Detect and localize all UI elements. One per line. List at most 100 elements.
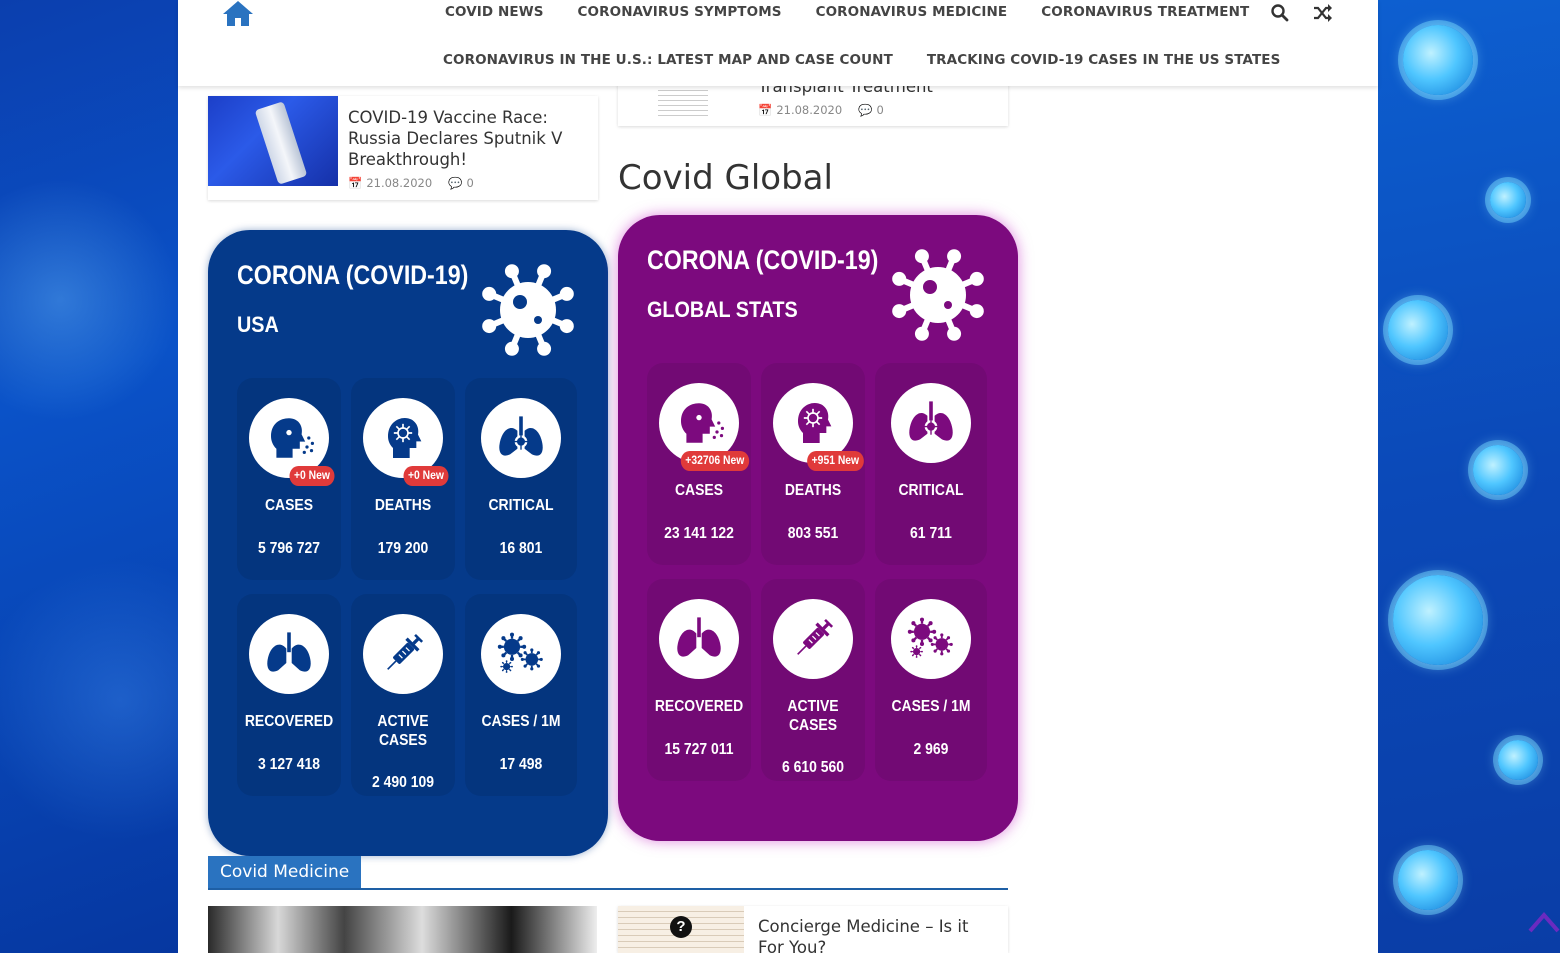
comment-count[interactable]: 0 [467,176,474,190]
comment-icon: 💬 [448,176,463,190]
global-stats-widget: CORONA (COVID-19) GLOBAL STATS +32706 Ne… [618,215,1018,841]
stat-value: 2 490 109 [371,774,435,791]
home-icon[interactable] [222,0,254,26]
new-count-badge: +32706 New [681,451,750,471]
stat-tile-critical: CRITICAL 61 711 [875,363,987,565]
stat-value: 17 498 [499,756,543,773]
stat-tile-cases: +32706 New CASES 23 141 122 [647,363,751,565]
virus-decoration [1398,850,1458,910]
usa-stats-widget: CORONA (COVID-19) USA +0 New CASES 5 796 7… [208,230,608,856]
nav-tracking-us-states[interactable]: TRACKING COVID-19 CASES IN THE US STATES [910,52,1298,68]
medicine-post-thumbnail[interactable] [208,906,597,953]
virus-decoration [1490,182,1526,218]
calendar-icon: 📅 [758,103,773,117]
lungs-icon [249,614,329,694]
stat-value: 2 969 [913,741,949,758]
post-date[interactable]: 21.08.2020 [776,103,842,117]
stat-label: ACTIVE CASES [377,713,429,749]
virus-decoration [1388,300,1448,360]
virus-decoration [1498,740,1538,780]
new-count-badge: +0 New [289,466,335,486]
widget-title: CORONA (COVID-19) [237,260,469,290]
stat-value: 179 200 [377,540,429,557]
stat-value: 6 610 560 [781,759,845,776]
syringe-icon [363,614,443,694]
nav-coronavirus-symptoms[interactable]: CORONAVIRUS SYMPTOMS [561,4,799,20]
post-thumbnail[interactable] [208,96,338,186]
page: COVID NEWS CORONAVIRUS SYMPTOMS CORONAVI… [178,0,1378,953]
viruses-icon [891,599,971,679]
infected-lungs-icon [891,383,971,463]
post-meta: 📅 21.08.2020 💬 0 [758,103,884,117]
stat-label: ACTIVE CASES [787,698,839,734]
stat-label: DEATHS [374,497,432,514]
comment-icon: 💬 [858,103,873,117]
nav-covid-news[interactable]: COVID NEWS [428,4,561,20]
syringe-icon [773,599,853,679]
virus-decoration [1403,25,1473,95]
question-mark-icon: ? [670,916,692,938]
stat-tile-critical: CRITICAL 16 801 [465,378,577,580]
stat-value: 61 711 [910,525,952,542]
stat-tile-cases: +0 New CASES 5 796 727 [237,378,341,580]
stat-label: DEATHS [784,482,842,499]
stat-label: CASES / 1M [481,713,561,730]
stat-label: CRITICAL [488,497,554,514]
stat-value: 5 796 727 [257,540,321,557]
stat-value: 803 551 [787,525,839,542]
virus-decoration [1473,445,1523,495]
post-date[interactable]: 21.08.2020 [366,176,432,190]
stat-tile-cases-1m: CASES / 1M 17 498 [465,594,577,796]
stat-label: CASES [264,497,314,514]
post-card-concierge[interactable]: ? Concierge Medicine – Is it For You? [618,906,1008,953]
post-meta: 📅 21.08.2020 💬 0 [348,176,474,190]
background-right [1378,0,1560,953]
stat-value: 16 801 [499,540,543,557]
post-title[interactable]: COVID-19 Vaccine Race: Russia Declares S… [348,107,588,170]
stat-label: CASES [674,482,724,499]
stat-tile-active-cases: ACTIVE CASES 6 610 560 [761,579,865,781]
post-card-vaccine[interactable]: COVID-19 Vaccine Race: Russia Declares S… [208,96,598,200]
stat-tile-recovered: RECOVERED 15 727 011 [647,579,751,781]
stat-tile-deaths: +0 New DEATHS 179 200 [351,378,455,580]
virus-icon [476,258,580,362]
nav-us-latest-map[interactable]: CORONAVIRUS IN THE U.S.: LATEST MAP AND … [426,52,910,68]
section-title: Covid Global [618,158,833,198]
stat-tile-recovered: RECOVERED 3 127 418 [237,594,341,796]
post-thumbnail[interactable] [658,86,708,116]
category-label[interactable]: Covid Medicine [208,856,362,888]
nav-coronavirus-medicine[interactable]: CORONAVIRUS MEDICINE [799,4,1025,20]
new-count-badge: +951 New [807,451,864,471]
stat-tile-cases-1m: CASES / 1M 2 969 [875,579,987,781]
stat-value: 15 727 011 [664,741,734,758]
stat-value: 23 141 122 [664,525,734,542]
scroll-to-top-icon[interactable] [1526,903,1560,939]
widget-subtitle: GLOBAL STATS [647,297,798,322]
virus-icon [886,243,990,347]
post-title[interactable]: Concierge Medicine – Is it For You? [758,916,998,953]
background-left [0,0,178,953]
main-nav-row2: CORONAVIRUS IN THE U.S.: LATEST MAP AND … [426,52,1297,68]
stat-value: 3 127 418 [257,756,321,773]
nav-coronavirus-treatment[interactable]: CORONAVIRUS TREATMENT [1024,4,1266,20]
widget-subtitle: USA [237,312,279,337]
viruses-icon [481,614,561,694]
widget-title: CORONA (COVID-19) [647,245,879,275]
shuffle-icon[interactable] [1312,2,1334,24]
stat-label: CRITICAL [898,482,964,499]
stat-tile-active-cases: ACTIVE CASES 2 490 109 [351,594,455,796]
stat-tile-deaths: +951 New DEATHS 803 551 [761,363,865,565]
new-count-badge: +0 New [403,466,449,486]
calendar-icon: 📅 [348,176,363,190]
category-bar: Covid Medicine [208,856,1008,890]
search-icon[interactable] [1270,3,1290,23]
post-thumbnail[interactable]: ? [618,906,744,953]
vaccine-vial-image [254,101,308,185]
comment-count[interactable]: 0 [877,103,884,117]
infected-lungs-icon [481,398,561,478]
stat-label: RECOVERED [654,698,744,715]
lungs-icon [659,599,739,679]
stat-label: RECOVERED [244,713,334,730]
virus-decoration [1393,575,1483,665]
main-nav-row1: COVID NEWS CORONAVIRUS SYMPTOMS CORONAVI… [428,4,1266,20]
